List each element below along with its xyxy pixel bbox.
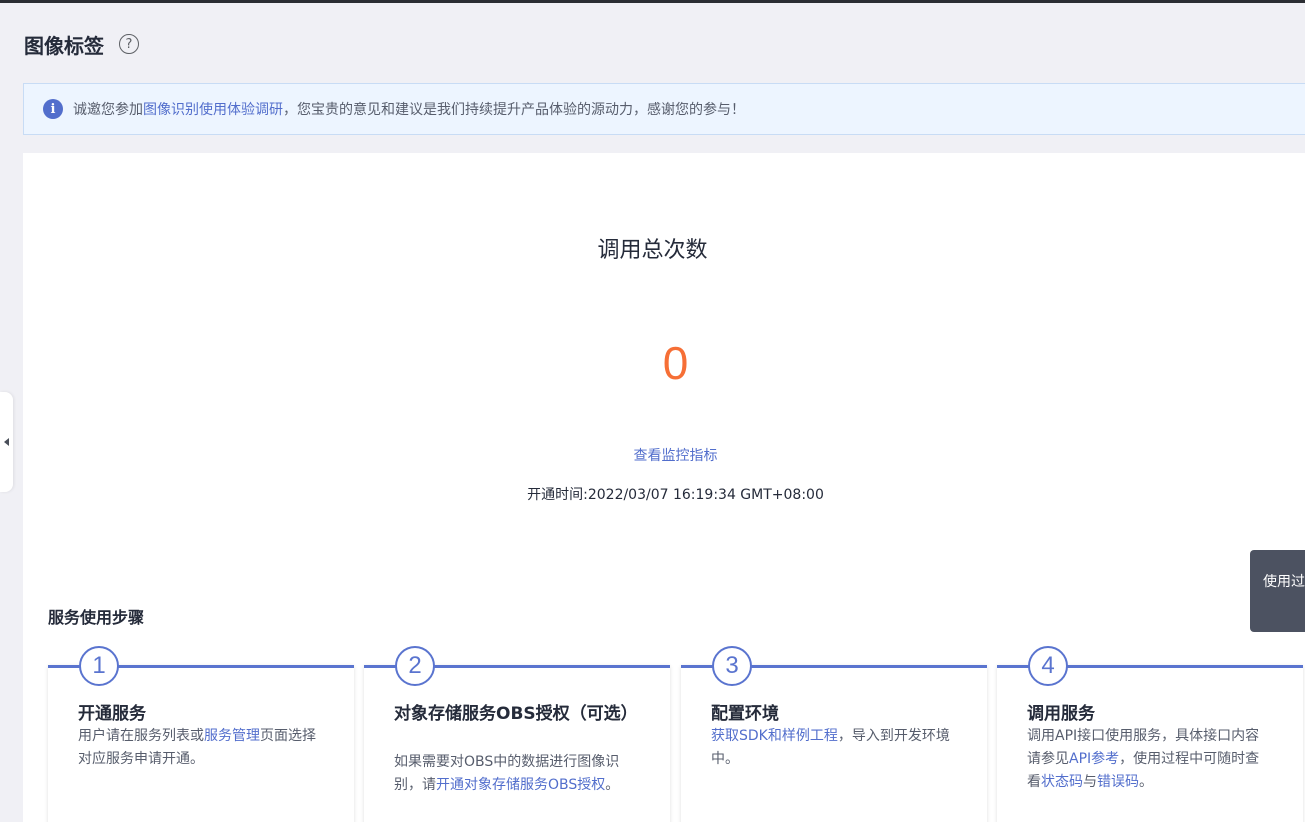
- notice-text-after: ，您宝贵的意见和建议是我们持续提升产品体验的源动力，感谢您的参与！: [283, 102, 745, 118]
- status-code-link[interactable]: 状态码: [1041, 774, 1083, 790]
- get-sdk-link[interactable]: 获取SDK和样例工程: [711, 728, 838, 744]
- monitor-metrics-link[interactable]: 查看监控指标: [634, 448, 718, 464]
- caret-left-icon: [4, 438, 9, 446]
- step-number: 1: [79, 646, 119, 686]
- step-card-1: 1 开通服务 用户请在服务列表或服务管理页面选择对应服务申请开通。: [48, 646, 354, 822]
- step-card-3: 3 配置环境 获取SDK和样例工程，导入到开发环境中。: [681, 646, 987, 822]
- steps-title: 服务使用步骤: [48, 608, 145, 627]
- obs-authorize-link[interactable]: 开通对象存储服务OBS授权: [436, 777, 605, 793]
- page-header: 图像标签 ?: [24, 30, 139, 58]
- error-code-link[interactable]: 错误码: [1097, 774, 1139, 790]
- step-description: 调用API接口使用服务，具体接口内容请参见API参考，使用过程中可随时查看状态码…: [1027, 725, 1272, 794]
- question-circle-icon[interactable]: ?: [119, 34, 139, 54]
- step-description: 用户请在服务列表或服务管理页面选择对应服务申请开通。: [78, 725, 323, 771]
- step-desc-text: 用户请在服务列表或: [78, 728, 204, 744]
- step-number: 2: [395, 646, 435, 686]
- step-description: 获取SDK和样例工程，导入到开发环境中。: [711, 725, 956, 771]
- api-reference-link[interactable]: API参考: [1069, 751, 1119, 767]
- step-title: 开通服务: [78, 704, 146, 724]
- floating-tip-label: 使用过: [1263, 574, 1305, 590]
- info-circle-icon: i: [43, 99, 63, 119]
- step-number: 3: [712, 646, 752, 686]
- step-description: 如果需要对OBS中的数据进行图像识别，请开通对象存储服务OBS授权。: [394, 751, 639, 797]
- floating-usage-tip[interactable]: 使用过: [1250, 550, 1305, 632]
- step-desc-text: 。: [605, 777, 620, 793]
- total-calls-title: 调用总次数: [597, 238, 708, 263]
- step-card-4: 4 调用服务 调用API接口使用服务，具体接口内容请参见API参考，使用过程中可…: [997, 646, 1303, 822]
- monitor-metrics-link-wrap: 查看监控指标: [0, 445, 1305, 465]
- step-number: 4: [1028, 646, 1068, 686]
- notice-text-before: 诚邀您参加: [73, 102, 143, 118]
- survey-link[interactable]: 图像识别使用体验调研: [143, 99, 283, 119]
- service-management-link[interactable]: 服务管理: [204, 728, 260, 744]
- step-title: 对象存储服务OBS授权（可选）: [394, 704, 638, 724]
- step-desc-text: 。: [1139, 774, 1153, 790]
- survey-notice: i 诚邀您参加 图像识别使用体验调研 ，您宝贵的意见和建议是我们持续提升产品体验…: [23, 83, 1305, 135]
- total-calls-value: 0: [662, 337, 689, 389]
- sidebar-collapse-toggle[interactable]: [0, 392, 13, 492]
- step-desc-text: 与: [1083, 774, 1097, 790]
- step-title: 调用服务: [1027, 704, 1095, 724]
- step-title: 配置环境: [711, 704, 779, 724]
- step-card-2: 2 对象存储服务OBS授权（可选） 如果需要对OBS中的数据进行图像识别，请开通…: [364, 646, 670, 822]
- top-bar: [0, 0, 1305, 3]
- page-title: 图像标签: [24, 33, 104, 58]
- open-time: 开通时间:2022/03/07 16:19:34 GMT+08:00: [527, 487, 824, 503]
